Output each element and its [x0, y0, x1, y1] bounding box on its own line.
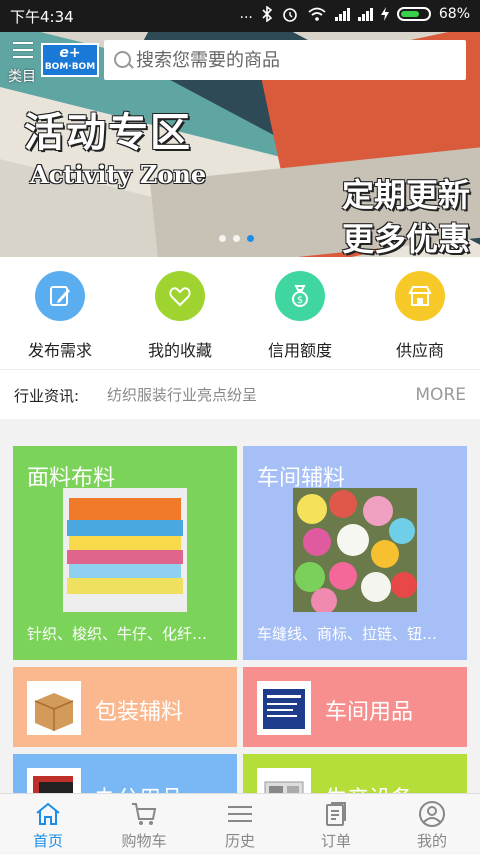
banner-dot[interactable] [233, 235, 240, 242]
status-dots: ... [239, 6, 253, 22]
quick-action-bg: $ [275, 271, 325, 321]
store-icon [408, 286, 432, 306]
news-label: 行业资讯: [14, 387, 80, 405]
tab-profile[interactable]: 我的 [384, 794, 480, 854]
quick-action-bg [35, 271, 85, 321]
news-more-link[interactable]: MORE [415, 385, 466, 405]
quick-actions: 发布需求 我的收藏 $ 信用额度 供应商 [0, 257, 480, 369]
profile-icon [419, 801, 445, 827]
category-name: 车间用品 [325, 700, 414, 725]
tab-label: 我的 [416, 832, 447, 850]
svg-text:$: $ [297, 295, 303, 306]
category-menu-label: 类目 [8, 69, 36, 85]
history-icon [228, 806, 252, 822]
tab-label: 订单 [320, 832, 351, 850]
search-icon [114, 51, 131, 68]
logo-mark: e+ [59, 45, 81, 61]
quick-action-label: 供应商 [395, 341, 444, 360]
search-bar[interactable] [104, 40, 466, 80]
tab-home[interactable]: 首页 [0, 794, 96, 854]
wifi-icon [308, 7, 326, 21]
banner-promo-line2: 更多优惠 [341, 220, 470, 257]
news-headline[interactable]: 纺织服装行业亮点纷呈 [107, 384, 257, 405]
status-bar: 下午4:34 ... 68% [0, 0, 480, 32]
quick-action-favorites[interactable]: 我的收藏 [120, 271, 240, 361]
banner-subtitle: Activity Zone [30, 160, 207, 189]
fabric-image [63, 488, 187, 612]
charging-icon [380, 7, 389, 21]
quick-action-credit[interactable]: $ 信用额度 [240, 271, 360, 361]
tab-label: 购物车 [121, 832, 167, 850]
quick-action-label: 信用额度 [267, 341, 332, 360]
quick-action-supplier[interactable]: 供应商 [360, 271, 480, 361]
tab-label: 首页 [32, 832, 63, 850]
category-subtitle: 针织、梭织、牛仔、化纤… [27, 625, 208, 643]
home-icon [36, 802, 60, 825]
buttons-image [293, 488, 417, 612]
quick-action-post-demand[interactable]: 发布需求 [0, 271, 120, 361]
category-card-workshop-accessories[interactable]: 车间辅料 车缝线、商标、拉链、钮… [243, 446, 467, 660]
bottom-tab-bar: 首页 购物车 历史 订单 我的 [0, 793, 480, 853]
menu-icon [13, 42, 33, 63]
quick-action-bg [155, 271, 205, 321]
edit-icon [50, 286, 70, 306]
money-bag-icon: $ [292, 285, 308, 307]
category-subtitle: 车缝线、商标、拉链、钮… [257, 625, 438, 643]
search-input[interactable] [136, 40, 456, 80]
signal-icon [334, 7, 350, 21]
logo-text: BOM·BOM [44, 62, 96, 72]
status-time: 下午4:34 [10, 8, 74, 26]
quick-action-bg [395, 271, 445, 321]
status-icons: ... 68% [240, 5, 470, 23]
battery-fill [400, 11, 419, 17]
battery-icon [396, 7, 431, 21]
banner-title: 活动专区 [24, 110, 192, 156]
app-logo[interactable]: e+ BOM·BOM [41, 43, 99, 77]
tab-orders[interactable]: 订单 [288, 794, 384, 854]
quick-action-label: 我的收藏 [147, 341, 212, 360]
industry-news-bar[interactable]: 行业资讯: 纺织服装行业亮点纷呈 MORE [0, 369, 480, 419]
battery-percent: 68% [438, 6, 470, 22]
banner-page-indicator[interactable] [219, 235, 254, 242]
order-icon [326, 802, 346, 826]
category-name: 包装辅料 [95, 700, 184, 725]
signal-2-icon [357, 7, 373, 21]
quick-action-label: 发布需求 [27, 341, 92, 360]
category-card-fabric[interactable]: 面料布料 针织、梭织、牛仔、化纤… [13, 446, 237, 660]
tab-history[interactable]: 历史 [192, 794, 288, 854]
banner-promo-line1: 定期更新 [341, 176, 470, 214]
category-menu-button[interactable]: 类目 [6, 38, 40, 85]
alarm-icon [283, 8, 297, 22]
category-card-workshop-supplies[interactable]: 车间用品 [243, 667, 467, 747]
category-card-packaging[interactable]: 包装辅料 [13, 667, 237, 747]
banner-dot-active[interactable] [247, 235, 254, 242]
tab-cart[interactable]: 购物车 [96, 794, 192, 854]
heart-icon [169, 287, 191, 307]
banner-dot[interactable] [219, 235, 226, 242]
supplies-image [257, 681, 311, 735]
tab-label: 历史 [224, 832, 255, 850]
bluetooth-icon [262, 6, 273, 22]
box-image [27, 681, 81, 735]
cart-icon [132, 803, 157, 825]
